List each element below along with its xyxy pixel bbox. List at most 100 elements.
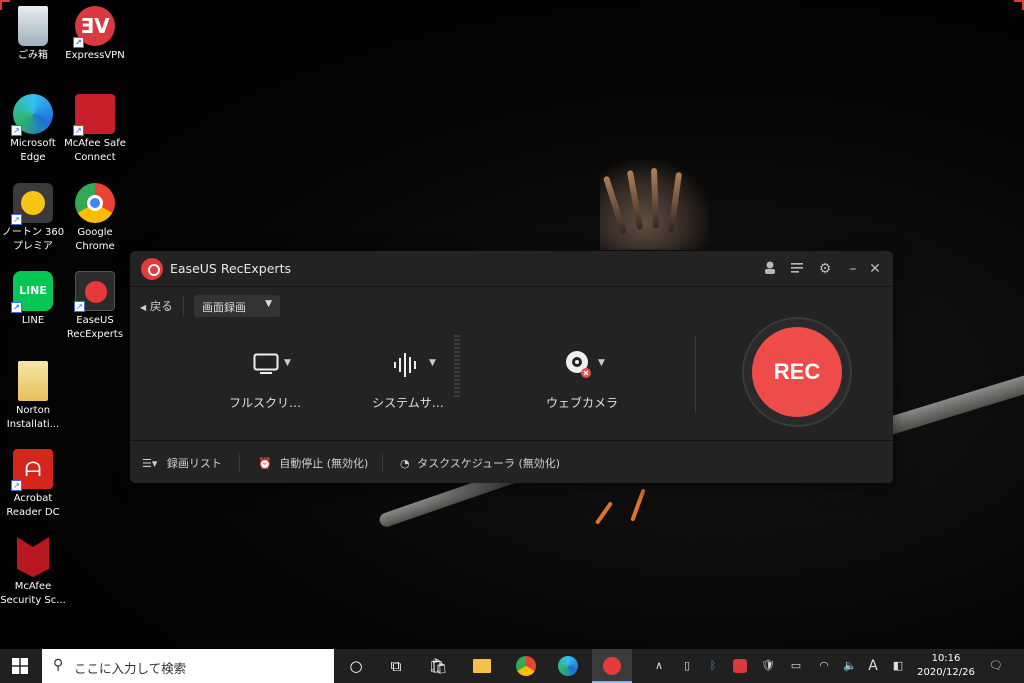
auto-stop-label: 自動停止 (無効化)	[279, 457, 369, 470]
audio-dropdown-icon[interactable]: ▼	[429, 358, 436, 368]
list-icon: ☰▾	[142, 457, 158, 470]
desktop-icon-label: McAfee Safe Connect	[64, 138, 126, 163]
easeus-logo	[603, 657, 621, 675]
divider	[239, 454, 240, 472]
recycle-bin-icon	[18, 6, 48, 46]
taskbar: ⚲ ここに入力して検索 ○ ⧉ 🛍 ∧ ▯ ᛒ 🛡 ▭ ◠ 🔈 A ◧ 10:1…	[0, 649, 1024, 683]
taskbar-edge-icon[interactable]	[548, 649, 588, 683]
line-icon: LINE ↗	[11, 271, 53, 313]
start-button[interactable]	[0, 649, 40, 683]
desktop-icon-mcafee-safe-connect[interactable]: ↗ McAfee Safe Connect	[62, 94, 128, 165]
system-sound-label: システムサ…	[372, 396, 444, 410]
desktop: ごみ箱 ƎV ↗ ExpressVPN ↗ Microsoft Edge ↗ Mc…	[0, 0, 1024, 649]
expressvpn-tray-icon[interactable]	[730, 649, 750, 683]
shortcut-arrow-icon: ↗	[11, 480, 22, 491]
desktop-icon-expressvpn[interactable]: ƎV ↗ ExpressVPN	[62, 6, 128, 63]
desktop-icon-norton-360[interactable]: ↗ ノートン 360 プレミア	[0, 183, 66, 254]
norton-badge-icon	[21, 191, 45, 215]
dropdown-caret-icon: ▼	[265, 299, 272, 309]
search-placeholder: ここに入力して検索	[74, 661, 187, 676]
close-icon[interactable]: ✕	[866, 260, 884, 278]
chrome-icon	[75, 183, 115, 223]
easeus-logo-icon	[85, 281, 107, 303]
bluetooth-icon[interactable]: ᛒ	[704, 649, 722, 683]
webcam-dropdown-icon[interactable]: ▼	[598, 358, 605, 368]
desktop-icon-recycle-bin[interactable]: ごみ箱	[0, 6, 66, 63]
bottom-bar: ☰▾ 録画リスト ⏰ 自動停止 (無効化) ◔ タスクスケジューラ (無効化)	[130, 440, 893, 483]
desktop-icon-label: Microsoft Edge	[10, 138, 56, 163]
recording-mode-value: 画面録画	[202, 301, 246, 314]
recording-list-button[interactable]: ☰▾ 録画リスト	[142, 455, 222, 471]
volume-meter	[454, 335, 460, 397]
norton-installer-icon	[18, 361, 48, 401]
volume-icon[interactable]: 🔈	[840, 649, 860, 683]
task-scheduler-button[interactable]: ◔ タスクスケジューラ (無効化)	[400, 455, 560, 471]
cortana-icon[interactable]: ○	[336, 649, 376, 683]
rec-button-ring: REC	[742, 317, 852, 427]
action-center-icon[interactable]: 🗨	[986, 649, 1006, 683]
minimize-icon[interactable]: –	[844, 260, 862, 278]
recording-list-label: 録画リスト	[166, 457, 222, 470]
expressvpn-tray-shape	[733, 659, 747, 673]
chrome-logo	[516, 656, 536, 676]
folder-shape	[473, 659, 491, 673]
desktop-icon-label: LINE	[21, 315, 45, 326]
taskbar-search-box[interactable]: ⚲ ここに入力して検索	[42, 649, 334, 683]
desktop-icon-chrome[interactable]: Google Chrome	[62, 183, 128, 254]
shortcut-arrow-icon: ↗	[11, 214, 22, 225]
back-button[interactable]: ◀ 戻る	[140, 298, 173, 314]
screen-dropdown-icon[interactable]: ▼	[284, 358, 291, 368]
desktop-icon-mcafee-security[interactable]: McAfee Security Sc...	[0, 537, 66, 608]
desktop-icon-label: McAfee Security Sc...	[0, 581, 66, 606]
edge-icon: ↗	[11, 94, 53, 136]
easeus-recexperts-icon: ↗	[74, 271, 115, 312]
desktop-icon-edge[interactable]: ↗ Microsoft Edge	[0, 94, 66, 165]
desktop-icon-label: ExpressVPN	[65, 50, 125, 61]
screen-area-label: フルスクリ…	[228, 396, 301, 410]
taskbar-clock[interactable]: 10:16 2020/12/26	[910, 652, 982, 680]
wallpaper-branch	[877, 373, 1024, 438]
back-arrow-icon: ◀	[140, 303, 147, 312]
window-title: EaseUS RecExperts	[170, 261, 291, 276]
notification-app-icon[interactable]: ◧	[888, 649, 908, 683]
edge-logo	[558, 656, 578, 676]
desktop-icon-label: ごみ箱	[18, 50, 48, 61]
menu-icon[interactable]	[788, 260, 806, 278]
norton-360-icon: ↗	[11, 183, 53, 225]
ime-indicator[interactable]: A	[866, 649, 880, 683]
rec-button[interactable]: REC	[752, 327, 842, 417]
file-explorer-icon[interactable]	[462, 649, 502, 683]
audio-waveform-icon	[394, 353, 416, 377]
acrobat-icon: ᗩ ↗	[11, 449, 53, 491]
recording-mode-select[interactable]: 画面録画 ▼	[194, 295, 280, 317]
desktop-icon-line[interactable]: LINE ↗ LINE	[0, 271, 66, 328]
desktop-icon-acrobat[interactable]: ᗩ ↗ Acrobat Reader DC	[0, 449, 66, 520]
webcam-label: ウェブカメラ	[545, 396, 618, 410]
desktop-icon-easeus[interactable]: ↗ EaseUS RecExperts	[62, 271, 128, 342]
desktop-icon-label: Norton Installati...	[6, 405, 60, 430]
battery-icon[interactable]: ▭	[786, 649, 806, 683]
show-hidden-icons-chevron-up-icon[interactable]: ∧	[650, 649, 668, 683]
taskbar-chrome-icon[interactable]	[506, 649, 546, 683]
shortcut-arrow-icon: ↗	[73, 125, 84, 136]
wifi-icon[interactable]: ◠	[814, 649, 834, 683]
chrome-center-icon	[87, 195, 103, 211]
wallpaper-bird-leg	[630, 488, 646, 522]
monitor-icon	[253, 353, 279, 374]
task-view-icon[interactable]: ⧉	[376, 649, 416, 683]
security-shield-icon[interactable]: 🛡	[758, 649, 778, 683]
app-logo-icon	[141, 258, 163, 280]
desktop-icon-norton-installer[interactable]: Norton Installati...	[0, 361, 66, 432]
device-icon[interactable]: ▯	[678, 649, 696, 683]
alarm-clock-icon: ⏰	[258, 457, 272, 470]
desktop-icon-label: Acrobat Reader DC	[6, 493, 60, 518]
store-icon[interactable]: 🛍	[418, 649, 458, 683]
auto-stop-button[interactable]: ⏰ 自動停止 (無効化)	[258, 455, 368, 471]
settings-gear-icon[interactable]: ⚙	[816, 260, 834, 278]
shortcut-arrow-icon: ↗	[73, 37, 84, 48]
account-icon[interactable]	[761, 260, 779, 278]
divider	[695, 337, 696, 413]
taskbar-easeus-icon[interactable]	[592, 649, 632, 683]
divider	[183, 296, 184, 316]
desktop-icon-label: EaseUS RecExperts	[66, 315, 124, 340]
